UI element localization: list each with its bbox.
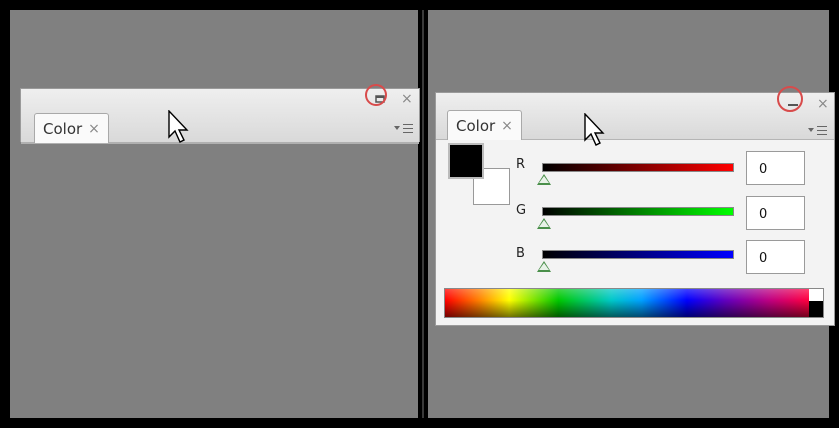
- slider-label-g: G: [516, 203, 527, 218]
- blue-slider-handle-icon[interactable]: [537, 261, 551, 272]
- tab-close-icon[interactable]: ×: [88, 121, 100, 137]
- tab-color[interactable]: Color ×: [447, 110, 522, 140]
- tab-label: Color: [456, 116, 496, 135]
- color-panel-collapsed: Color × ×: [20, 88, 420, 144]
- green-slider-track[interactable]: [542, 207, 734, 216]
- blue-value-field[interactable]: 0: [746, 240, 805, 274]
- highlight-circle-minimize: [777, 86, 803, 112]
- foreground-color-swatch[interactable]: [448, 143, 484, 179]
- green-slider-handle-icon[interactable]: [537, 218, 551, 229]
- black-white-swatch[interactable]: [809, 289, 823, 317]
- tab-close-icon[interactable]: ×: [501, 118, 513, 134]
- tab-color[interactable]: Color ×: [34, 113, 109, 143]
- pane-divider: [418, 10, 428, 418]
- highlight-circle-restore: [365, 84, 387, 106]
- green-value-field[interactable]: 0: [746, 196, 805, 230]
- mouse-cursor-icon: [584, 113, 605, 146]
- mouse-cursor-icon: [168, 110, 189, 143]
- tab-label: Color: [43, 119, 83, 138]
- panel-menu-icon[interactable]: [394, 121, 416, 135]
- panel-header: Color × ×: [436, 93, 834, 140]
- panel-menu-icon[interactable]: [808, 123, 830, 137]
- slider-label-b: B: [516, 246, 525, 261]
- close-panel-icon[interactable]: ×: [401, 92, 413, 106]
- left-workspace-pane: [10, 10, 418, 418]
- blue-slider-track[interactable]: [542, 250, 734, 259]
- red-value-field[interactable]: 0: [746, 151, 805, 185]
- close-panel-icon[interactable]: ×: [817, 97, 829, 111]
- color-panel-expanded: Color × × R 0 G 0 B 0: [435, 92, 835, 326]
- panel-header: Color × ×: [21, 89, 419, 144]
- red-slider-track[interactable]: [542, 163, 734, 172]
- color-spectrum-bar[interactable]: [444, 288, 824, 318]
- slider-label-r: R: [516, 157, 526, 172]
- red-slider-handle-icon[interactable]: [537, 174, 551, 185]
